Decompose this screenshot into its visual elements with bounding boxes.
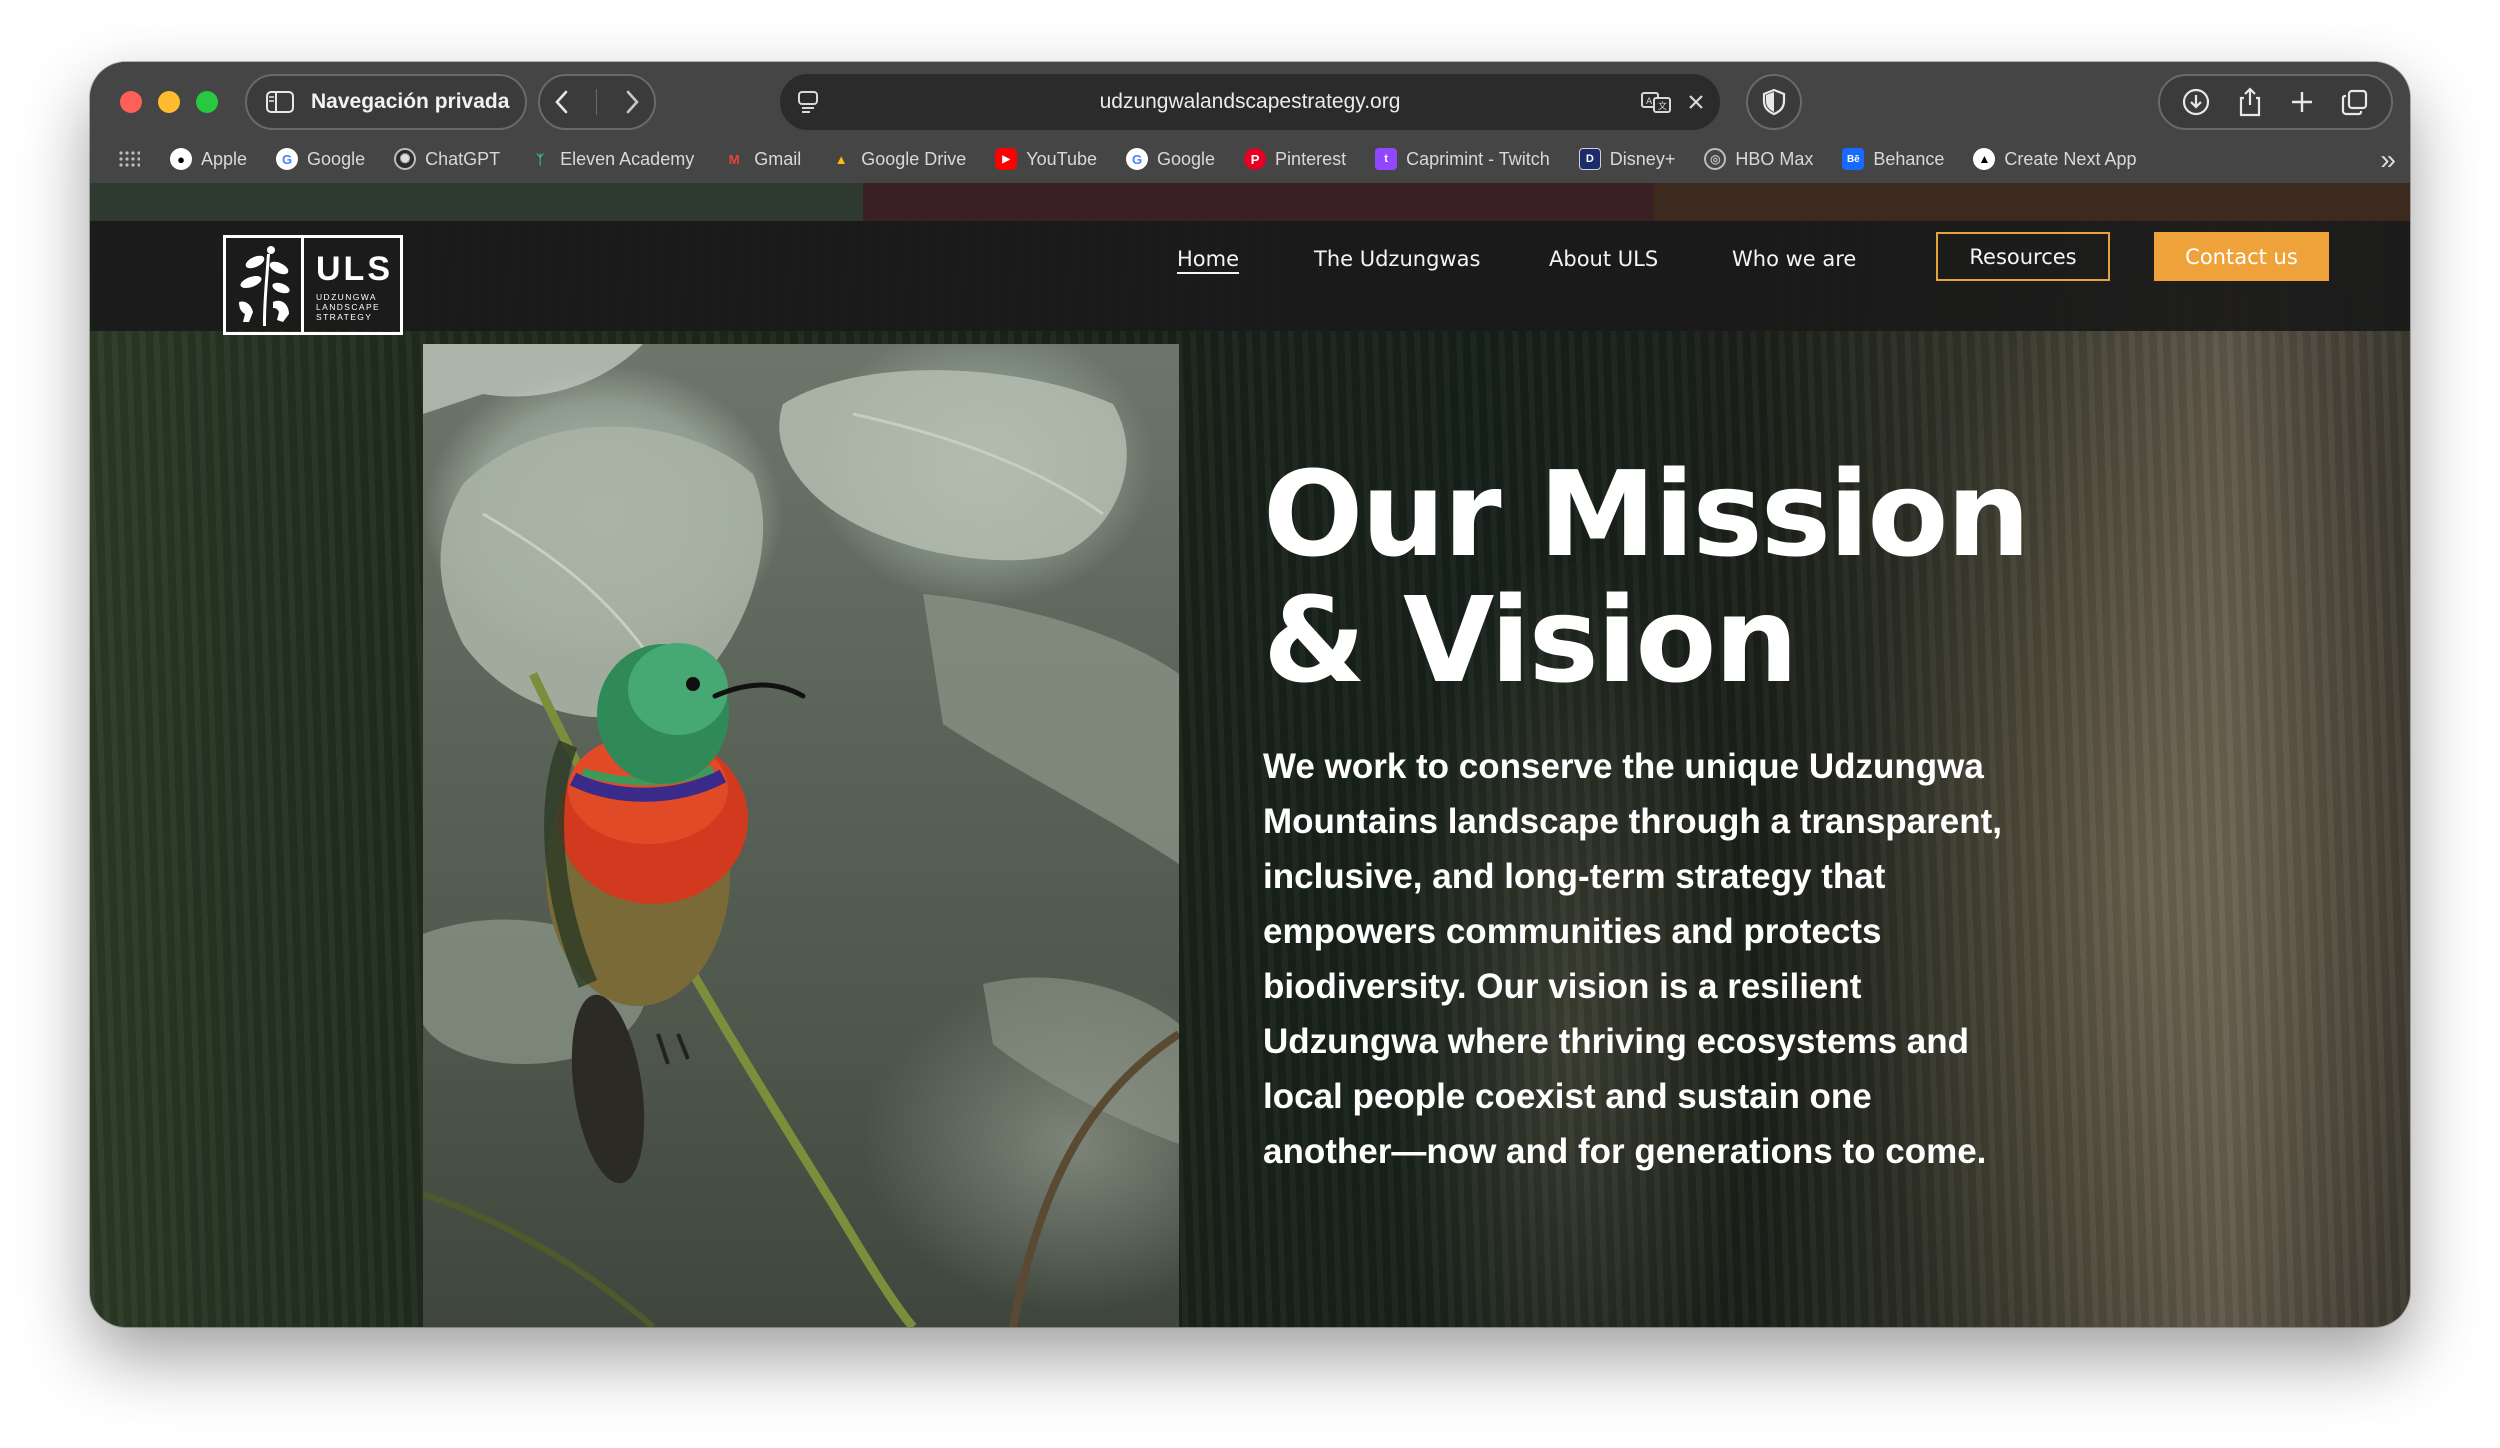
resources-button[interactable]: Resources xyxy=(1936,232,2110,281)
logo-line-2: LANDSCAPE xyxy=(316,302,381,312)
browser-window: Navegación privada udzungwalandscapestra… xyxy=(90,62,2410,1327)
twitch-icon: t xyxy=(1375,148,1398,170)
zoom-window-button[interactable] xyxy=(196,91,218,113)
nav-divider xyxy=(596,89,598,115)
url-text: udzungwalandscapestrategy.org xyxy=(1099,90,1401,113)
bookmark-google[interactable]: G Google xyxy=(276,148,365,170)
bookmark-chatgpt[interactable]: ✺ ChatGPT xyxy=(394,148,500,170)
bookmarks-bar: ● Apple G Google ✺ ChatGPT ᛉ Eleven Academy … xyxy=(118,142,2410,176)
logo-line-3: STRATEGY xyxy=(316,312,373,322)
share-icon[interactable] xyxy=(2236,86,2264,118)
bookmark-gmail[interactable]: M Gmail xyxy=(723,148,801,170)
private-browsing-label: Navegación privada xyxy=(311,90,510,113)
apple-icon: ● xyxy=(170,148,192,170)
eleven-academy-icon: ᛉ xyxy=(536,151,545,167)
disney-plus-icon: D xyxy=(1578,148,1601,170)
private-browsing-pill[interactable]: Navegación privada xyxy=(245,74,527,130)
hero-title-line-1: Our Mission xyxy=(1263,445,2030,583)
google-icon: G xyxy=(1126,148,1148,170)
bookmark-disney-plus[interactable]: D Disney+ xyxy=(1578,148,1675,170)
svg-text:A: A xyxy=(1646,97,1653,107)
sunbird-photo xyxy=(423,344,1179,1327)
globe-icon: ◎ xyxy=(1704,148,1727,170)
chatgpt-icon: ✺ xyxy=(394,148,417,170)
bookmark-pinterest[interactable]: P Pinterest xyxy=(1244,148,1346,170)
downloads-icon[interactable] xyxy=(2181,87,2211,117)
site-logo[interactable]: ULS UDZUNGWA LANDSCAPE STRATEGY xyxy=(223,235,403,335)
minimize-window-button[interactable] xyxy=(158,91,180,113)
youtube-icon: ▶ xyxy=(995,148,1018,170)
toolbar-actions xyxy=(2158,74,2393,130)
gmail-icon: M xyxy=(728,151,740,167)
plant-animal-emblem-icon xyxy=(238,246,290,326)
page-top-strip xyxy=(90,183,2410,221)
web-page: ULS UDZUNGWA LANDSCAPE STRATEGY Home The… xyxy=(90,183,2410,1327)
nav-home-link[interactable]: Home xyxy=(1177,247,1239,271)
sunbird-illustration xyxy=(423,344,1179,1327)
behance-icon: Bē xyxy=(1842,148,1865,170)
nav-udzungwas-link[interactable]: The Udzungwas xyxy=(1314,247,1480,271)
logo-abbreviation: ULS xyxy=(316,250,393,288)
bookmark-google-drive[interactable]: ▲ Google Drive xyxy=(830,148,966,170)
google-drive-icon: ▲ xyxy=(834,151,848,167)
nextjs-icon: ▲ xyxy=(1973,148,1996,170)
google-icon: G xyxy=(276,148,299,170)
bookmark-hbo-max[interactable]: ◎ HBO Max xyxy=(1704,148,1813,170)
clear-close-icon[interactable] xyxy=(1686,92,1706,112)
bookmark-eleven-academy[interactable]: ᛉ Eleven Academy xyxy=(529,148,694,170)
window-controls xyxy=(120,91,218,113)
translate-icon[interactable]: A文 xyxy=(1640,90,1672,114)
shield-icon xyxy=(1762,88,1786,116)
bookmark-twitch[interactable]: t Caprimint - Twitch xyxy=(1375,148,1550,170)
sidebar-icon xyxy=(266,91,294,113)
pinterest-icon: P xyxy=(1244,148,1267,170)
close-window-button[interactable] xyxy=(120,91,142,113)
tab-overview-icon[interactable] xyxy=(2340,87,2370,117)
nav-who-we-are-link[interactable]: Who we are xyxy=(1732,247,1856,271)
hero-mission-text: We work to conserve the unique Udzungwa … xyxy=(1263,747,2002,1171)
logo-emblem xyxy=(226,238,304,332)
bookmark-youtube[interactable]: ▶ YouTube xyxy=(995,148,1097,170)
browser-toolbar: Navegación privada udzungwalandscapestra… xyxy=(90,62,2410,183)
forward-chevron-icon[interactable] xyxy=(622,88,642,116)
address-bar[interactable]: udzungwalandscapestrategy.org A文 xyxy=(780,74,1720,130)
back-chevron-icon[interactable] xyxy=(552,88,572,116)
bookmark-behance[interactable]: Bē Behance xyxy=(1842,148,1944,170)
nav-about-link[interactable]: About ULS xyxy=(1549,247,1658,271)
bookmark-google-2[interactable]: G Google xyxy=(1126,148,1215,170)
logo-line-1: UDZUNGWA xyxy=(316,292,377,302)
contact-us-button[interactable]: Contact us xyxy=(2154,232,2329,281)
navigation-pill xyxy=(538,74,656,130)
more-bookmarks-chevron-icon[interactable]: » xyxy=(2380,144,2396,176)
svg-text:文: 文 xyxy=(1658,100,1667,112)
bookmark-apple[interactable]: ● Apple xyxy=(170,148,247,170)
new-tab-plus-icon[interactable] xyxy=(2289,89,2315,115)
privacy-report-button[interactable] xyxy=(1746,74,1802,130)
hero-title-line-2: & Vision xyxy=(1263,571,1798,709)
bookmark-create-next-app[interactable]: ▲ Create Next App xyxy=(1973,148,2136,170)
hero-title: Our Mission & Vision xyxy=(1263,451,2063,703)
apps-grid-icon[interactable] xyxy=(118,150,140,168)
